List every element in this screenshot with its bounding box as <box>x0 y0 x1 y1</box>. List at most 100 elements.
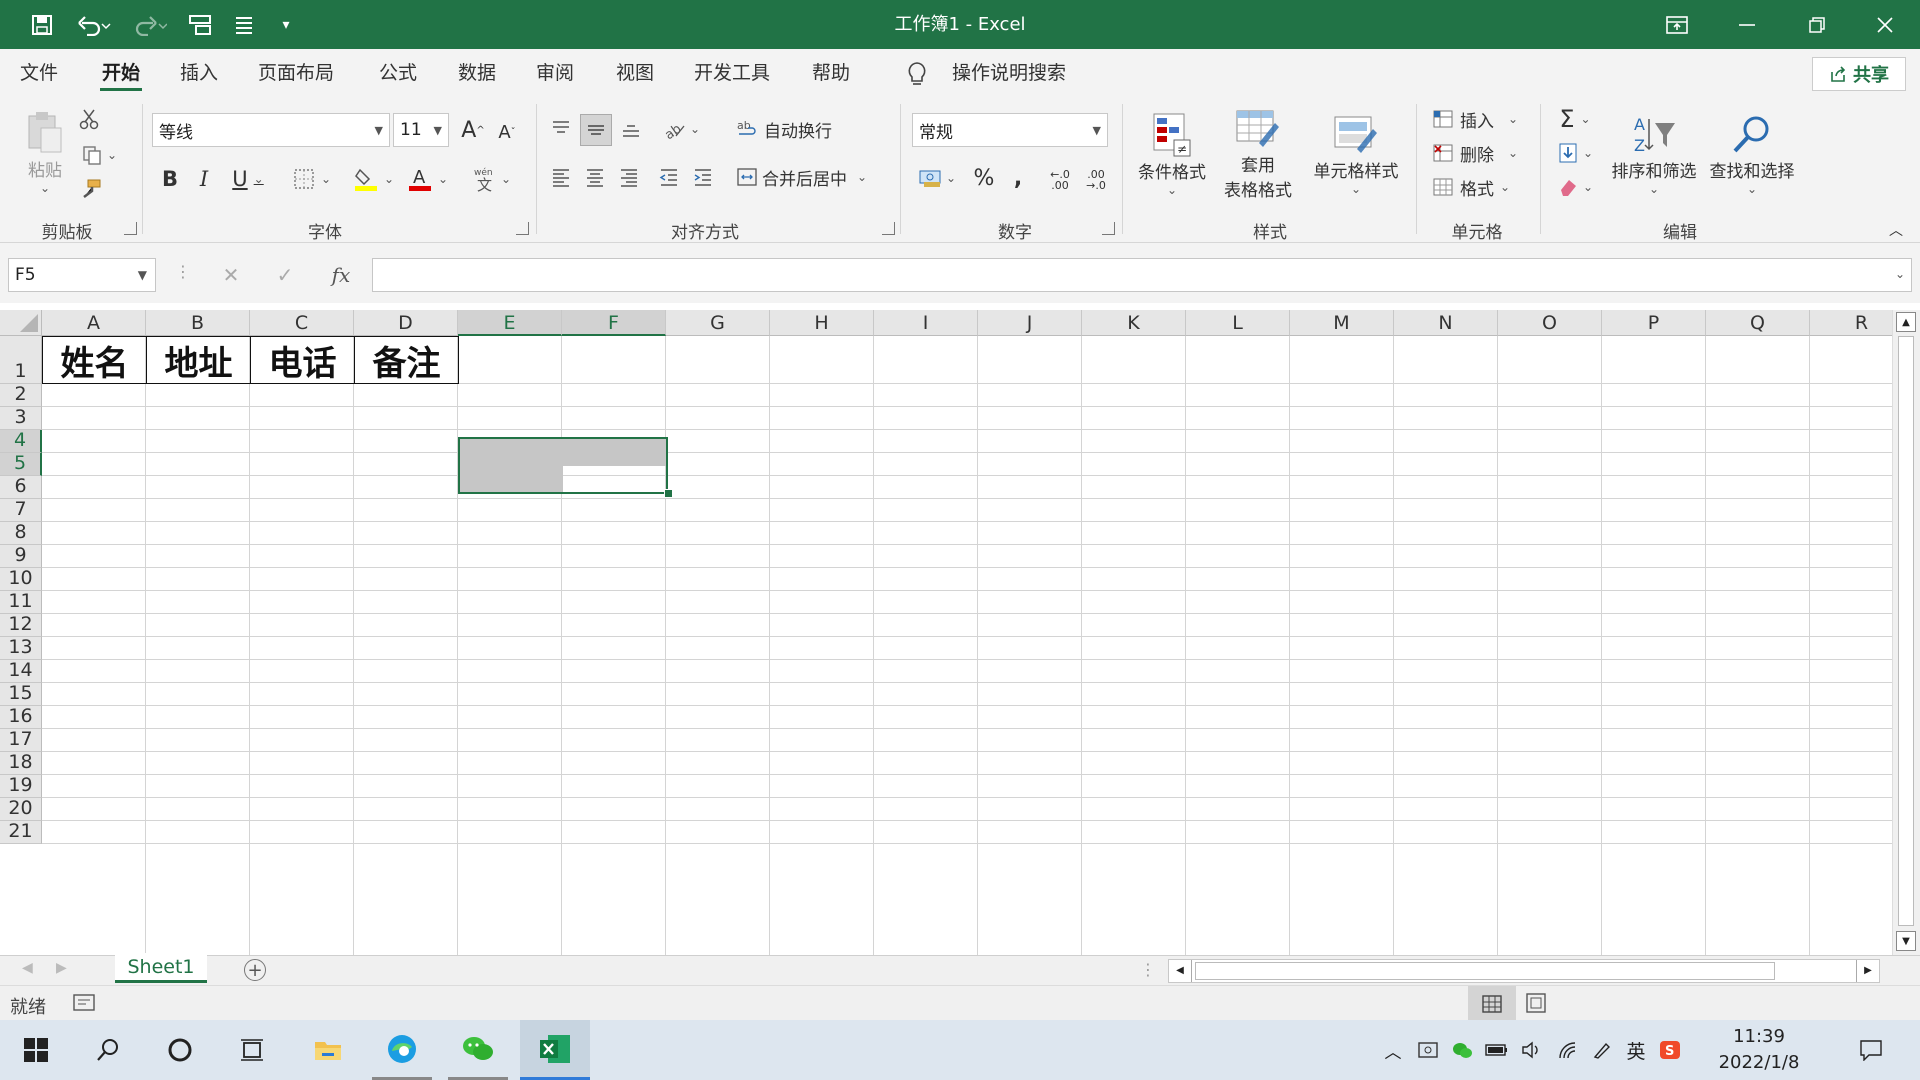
column-header-c[interactable]: C <box>250 310 354 336</box>
undo-icon[interactable] <box>68 0 120 49</box>
normal-view-icon[interactable] <box>1468 986 1516 1021</box>
tab-data[interactable]: 数据 <box>454 49 500 97</box>
save-icon[interactable] <box>22 0 62 49</box>
accounting-format-icon[interactable]: ⌄ <box>912 162 962 194</box>
horizontal-scroll-thumb[interactable] <box>1195 962 1775 980</box>
scroll-left-icon[interactable]: ◀ <box>1169 960 1192 982</box>
cancel-entry-icon[interactable]: ✕ <box>216 260 246 290</box>
sheet-tab-sheet1[interactable]: Sheet1 <box>115 953 207 983</box>
column-header-e[interactable]: E <box>458 310 562 336</box>
row-header-12[interactable]: 12 <box>0 613 42 637</box>
tray-overflow-icon[interactable]: ︿ <box>1378 1020 1408 1080</box>
column-header-r[interactable]: R <box>1810 310 1892 336</box>
form-icon[interactable] <box>226 0 262 49</box>
row-header-9[interactable]: 9 <box>0 544 42 568</box>
cell-d1[interactable]: 备注 <box>354 336 459 384</box>
column-header-n[interactable]: N <box>1394 310 1498 336</box>
new-sheet-icon[interactable]: + <box>244 959 266 981</box>
clipboard-launcher-icon[interactable] <box>124 222 137 235</box>
wrap-text-button[interactable]: ab 自动换行 <box>736 114 866 144</box>
select-all-corner[interactable] <box>0 310 42 336</box>
fill-color-icon[interactable]: ⌄ <box>350 163 398 195</box>
row-header-4[interactable]: 4 <box>0 429 42 453</box>
clock[interactable]: 11:39 2022/1/8 <box>1700 1024 1818 1076</box>
formula-bar-grip[interactable]: ⋮ <box>175 262 191 288</box>
excel-taskbar-icon[interactable] <box>520 1020 590 1080</box>
ribbon-display-icon[interactable] <box>1642 0 1712 49</box>
row-header-21[interactable]: 21 <box>0 820 42 844</box>
alignment-launcher-icon[interactable] <box>882 222 895 235</box>
formula-input[interactable]: ⌄ <box>372 258 1912 292</box>
font-name-select[interactable]: 等线 ▼ <box>152 113 390 147</box>
redo-icon[interactable] <box>124 0 176 49</box>
underline-icon[interactable]: U ⌄ <box>224 163 272 195</box>
pen-icon[interactable] <box>1586 1020 1618 1080</box>
insert-function-icon[interactable]: fx <box>324 260 358 290</box>
column-header-o[interactable]: O <box>1498 310 1602 336</box>
tab-split-grip[interactable]: ⋮ <box>1140 960 1156 979</box>
cell-b1[interactable]: 地址 <box>146 336 251 384</box>
wechat-icon[interactable] <box>448 1020 508 1080</box>
format-cells-button[interactable]: 格式 ⌄ <box>1432 172 1528 202</box>
increase-decimal-icon[interactable]: ←.0.00 <box>1044 164 1076 196</box>
column-header-j[interactable]: J <box>978 310 1082 336</box>
scroll-right-icon[interactable]: ▶ <box>1856 960 1879 982</box>
cut-icon[interactable] <box>76 106 102 132</box>
paste-button[interactable]: 粘贴 ⌄ <box>22 104 68 200</box>
start-icon[interactable] <box>6 1020 66 1080</box>
tab-review[interactable]: 审阅 <box>532 49 578 97</box>
increase-indent-icon[interactable] <box>688 162 718 192</box>
touch-mode-icon[interactable] <box>182 0 218 49</box>
format-as-table-button[interactable]: 套用 表格格式 <box>1212 104 1304 204</box>
align-top-icon[interactable] <box>546 114 576 144</box>
column-header-k[interactable]: K <box>1082 310 1186 336</box>
column-header-d[interactable]: D <box>354 310 458 336</box>
cell-styles-button[interactable]: 单元格样式 ⌄ <box>1306 104 1406 204</box>
merge-center-button[interactable]: 合并后居中 ⌄ <box>736 162 886 192</box>
tab-page-layout[interactable]: 页面布局 <box>254 49 338 97</box>
column-header-m[interactable]: M <box>1290 310 1394 336</box>
row-header-11[interactable]: 11 <box>0 590 42 614</box>
percent-icon[interactable]: % <box>968 162 1000 194</box>
row-header-19[interactable]: 19 <box>0 774 42 798</box>
column-header-l[interactable]: L <box>1186 310 1290 336</box>
row-header-17[interactable]: 17 <box>0 728 42 752</box>
selection-border[interactable] <box>458 437 668 494</box>
decrease-decimal-icon[interactable]: .00 →.0 <box>1080 164 1112 196</box>
column-header-p[interactable]: P <box>1602 310 1706 336</box>
name-box[interactable]: F5 ▼ <box>8 258 156 292</box>
sogou-icon[interactable]: S <box>1654 1020 1686 1080</box>
align-left-icon[interactable] <box>546 162 576 192</box>
next-sheet-icon[interactable]: ▶ <box>56 960 67 976</box>
tab-insert[interactable]: 插入 <box>176 49 222 97</box>
align-middle-icon[interactable] <box>580 114 612 146</box>
input-method-indicator[interactable]: 英 <box>1620 1020 1652 1080</box>
row-header-20[interactable]: 20 <box>0 797 42 821</box>
vertical-scroll-thumb[interactable] <box>1898 336 1914 926</box>
tab-developer[interactable]: 开发工具 <box>690 49 774 97</box>
row-header-16[interactable]: 16 <box>0 705 42 729</box>
italic-icon[interactable]: I <box>190 163 218 195</box>
number-format-select[interactable]: 常规 ▼ <box>912 113 1108 147</box>
sort-filter-button[interactable]: AZ 排序和筛选 ⌄ <box>1606 104 1702 204</box>
customize-icon[interactable]: ▾ <box>272 0 300 49</box>
format-painter-icon[interactable] <box>76 176 104 202</box>
row-header-7[interactable]: 7 <box>0 498 42 522</box>
decrease-indent-icon[interactable] <box>654 162 684 192</box>
tab-help[interactable]: 帮助 <box>808 49 854 97</box>
tray-wechat-icon[interactable] <box>1446 1020 1478 1080</box>
copy-icon[interactable]: ⌄ <box>76 142 122 168</box>
page-layout-view-icon[interactable] <box>1524 992 1548 1018</box>
number-launcher-icon[interactable] <box>1102 222 1115 235</box>
conditional-formatting-button[interactable]: ≠ 条件格式 ⌄ <box>1132 104 1212 204</box>
cortana-icon[interactable] <box>150 1020 210 1080</box>
row-header-13[interactable]: 13 <box>0 636 42 660</box>
worksheet-grid[interactable]: ABCDEFGHIJKLMNOPQR 1 2 3 4 5 6 7 8 9 10 11 12 13 14 15… <box>0 310 1892 955</box>
comma-style-icon[interactable]: , <box>1004 162 1032 194</box>
network-icon[interactable] <box>1552 1020 1584 1080</box>
prev-sheet-icon[interactable]: ◀ <box>22 960 33 976</box>
decrease-font-icon[interactable]: Aˇ <box>492 117 522 147</box>
insert-cells-button[interactable]: 插入 ⌄ <box>1432 104 1528 134</box>
align-bottom-icon[interactable] <box>616 114 646 144</box>
fill-icon[interactable]: ⌄ <box>1552 138 1598 168</box>
